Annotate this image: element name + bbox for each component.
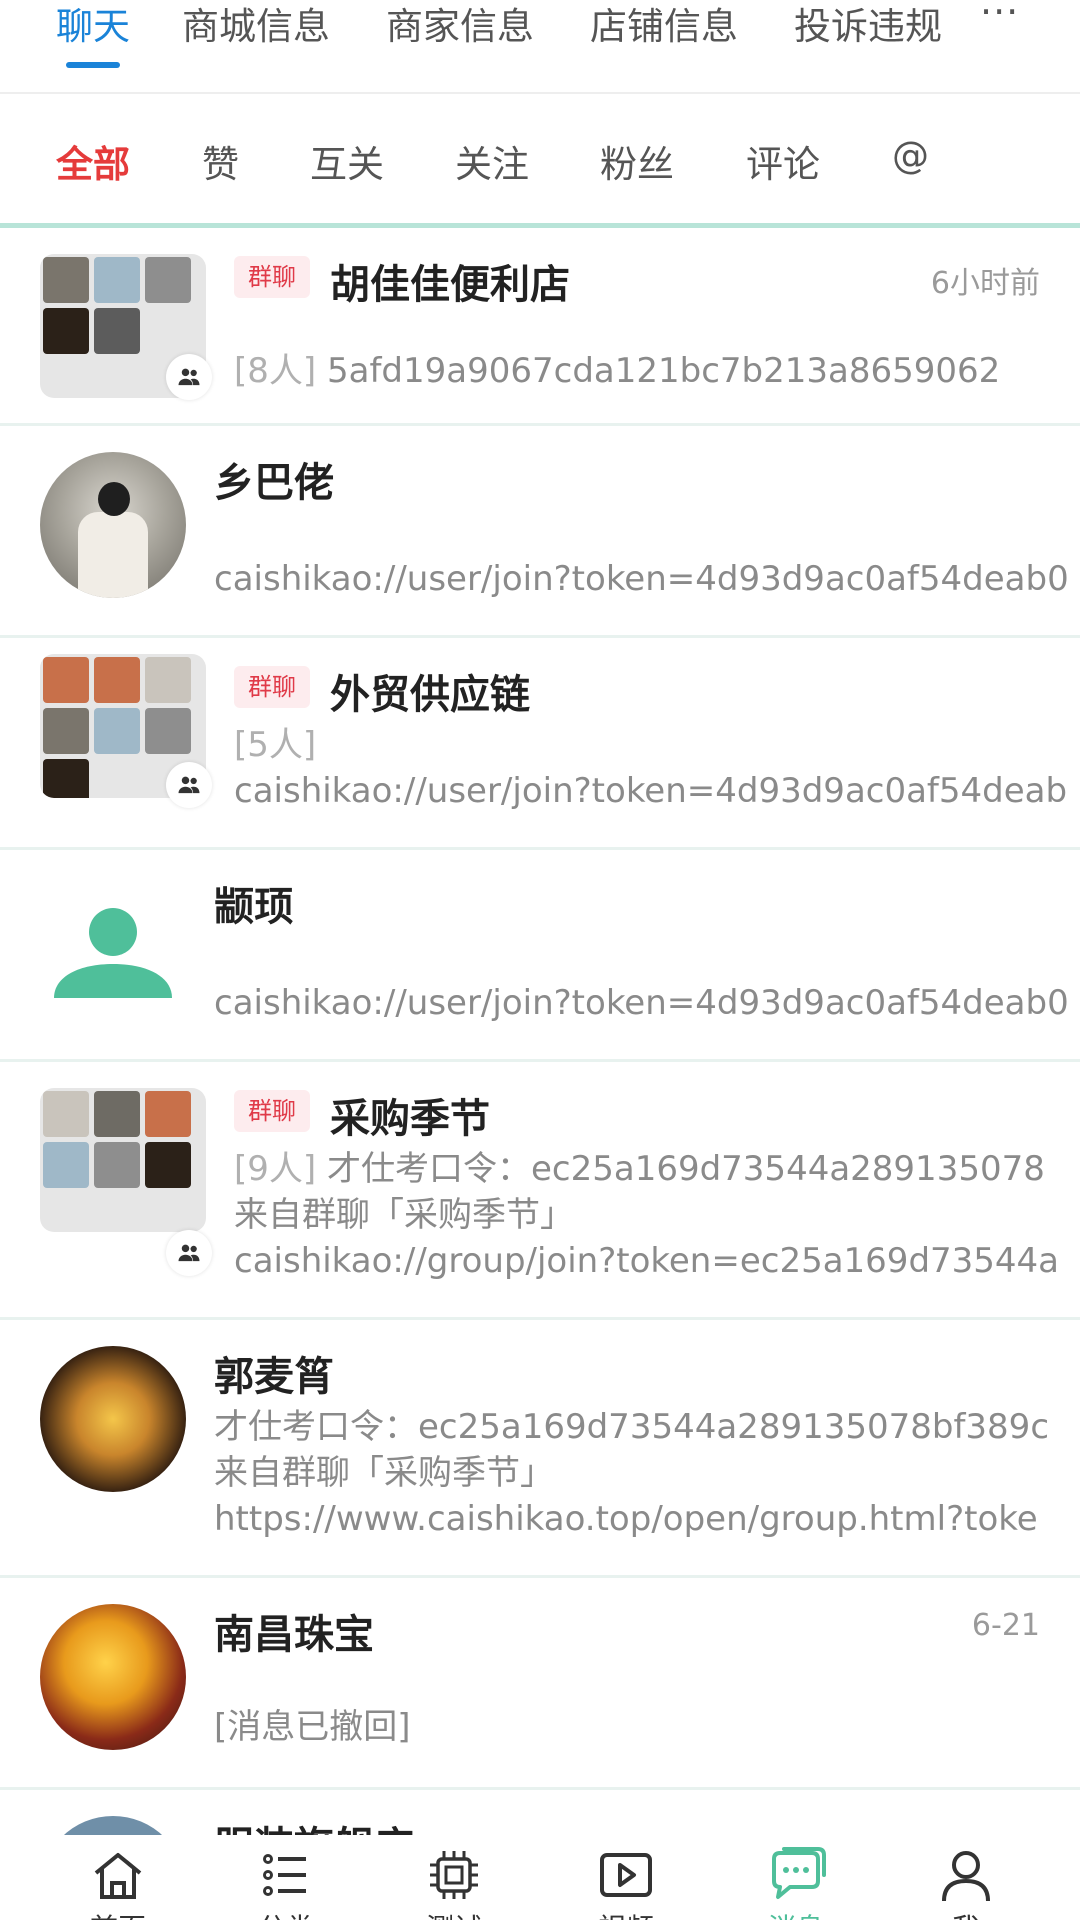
group-chat-tag: 群聊 <box>234 1090 310 1132</box>
nav-label: 分类 <box>216 1907 356 1920</box>
member-count: [5人] <box>234 725 317 765</box>
chat-name: 郭麦筲 <box>214 1354 334 1400</box>
avatar <box>40 452 186 598</box>
nav-video[interactable]: 视频 <box>556 1835 696 1920</box>
preview-line: 来自群聊「采购季节」 <box>234 1195 574 1235</box>
avatar <box>40 1604 186 1750</box>
nav-label: 我 <box>896 1907 1036 1920</box>
nav-me[interactable]: 我 <box>896 1835 1036 1920</box>
chat-row-group[interactable]: 群聊 外贸供应链 [5人] caishikao://user/join?toke… <box>0 638 1080 850</box>
chat-preview: [9人] 才仕考口令：ec25a169d73544a289135078 来自群聊… <box>234 1146 1059 1284</box>
group-avatar <box>40 1088 206 1232</box>
chat-preview: caishikao://user/join?token=4d93d9ac0af5… <box>214 559 1069 599</box>
list-icon <box>263 1854 306 1896</box>
chat-time: 6-21 <box>971 1608 1040 1643</box>
preview-line: 才仕考口令：ec25a169d73544a289135078 <box>326 1149 1045 1189</box>
chat-preview: 才仕考口令：ec25a169d73544a289135078bf389c 来自群… <box>214 1404 1049 1542</box>
chat-preview: [5人] caishikao://user/join?token=4d93d9a… <box>234 722 1067 814</box>
preview-line: caishikao://group/join?token=ec25a169d73… <box>234 1241 1060 1281</box>
nav-label: 测试 <box>384 1907 524 1920</box>
group-chat-tag: 群聊 <box>234 256 310 298</box>
group-people-icon <box>178 1244 200 1262</box>
person-icon <box>942 1851 990 1902</box>
chat-name: 颛顼 <box>214 884 294 930</box>
filter-likes[interactable]: 赞 <box>202 134 239 188</box>
tab-store-info[interactable]: 店铺信息 <box>590 0 738 50</box>
bottom-nav: 首页 分类 测试 视频 消息 <box>0 1835 1080 1920</box>
tab-mall-info[interactable]: 商城信息 <box>182 0 330 50</box>
preview-line: 才仕考口令：ec25a169d73544a289135078bf389c <box>214 1407 1050 1447</box>
chat-name: 胡佳佳便利店 <box>330 262 570 308</box>
chat-row[interactable]: 南昌珠宝 6-21 [消息已撤回] <box>0 1578 1080 1790</box>
chat-row[interactable]: 乡巴佬 caishikao://user/join?token=4d93d9ac… <box>0 426 1080 638</box>
filter-mentions[interactable]: @ <box>892 134 929 177</box>
group-badge <box>166 762 212 808</box>
preview-line: https://www.caishikao.top/open/group.htm… <box>214 1499 1038 1539</box>
chat-name: 外贸供应链 <box>330 672 530 718</box>
chat-name: 乡巴佬 <box>214 460 334 506</box>
group-badge <box>166 1230 212 1276</box>
chat-row-group[interactable]: 群聊 胡佳佳便利店 6小时前 [8人] 5afd19a9067cda121bc7… <box>0 228 1080 426</box>
chat-preview: [8人] 5afd19a9067cda121bc7b213a8659062 <box>234 348 1000 394</box>
member-count: [8人] <box>234 351 317 391</box>
chat-bubble-icon <box>772 1847 826 1899</box>
preview-line: caishikao://user/join?token=4d93d9ac0af5… <box>234 771 1068 811</box>
tab-complaints[interactable]: 投诉违规 <box>794 0 942 50</box>
nav-label: 首页 <box>48 1907 188 1920</box>
filter-comments[interactable]: 评论 <box>746 134 820 188</box>
filter-tab-bar: 全部 赞 互关 关注 粉丝 评论 @ <box>0 94 1080 224</box>
group-people-icon <box>178 368 200 386</box>
group-badge <box>166 354 212 400</box>
nav-test[interactable]: 测试 <box>384 1835 524 1920</box>
chip-icon <box>430 1851 478 1899</box>
nav-category[interactable]: 分类 <box>216 1835 356 1920</box>
filter-following[interactable]: 关注 <box>455 134 529 188</box>
filter-fans[interactable]: 粉丝 <box>600 134 674 188</box>
tab-chat[interactable]: 聊天 <box>56 0 130 50</box>
nav-label: 消息 <box>726 1907 866 1920</box>
chat-row[interactable]: 郭麦筲 才仕考口令：ec25a169d73544a289135078bf389c… <box>0 1320 1080 1578</box>
nav-home[interactable]: 首页 <box>48 1835 188 1920</box>
tab-merchant-info[interactable]: 商家信息 <box>386 0 534 50</box>
top-tab-bar: 聊天 商城信息 商家信息 店铺信息 投诉违规 ··· <box>0 0 1080 94</box>
preview-line: 5afd19a9067cda121bc7b213a8659062 <box>326 351 1001 391</box>
preview-line: 来自群聊「采购季节」 <box>214 1453 554 1493</box>
avatar <box>40 1346 186 1492</box>
filter-all[interactable]: 全部 <box>56 134 130 188</box>
group-people-icon <box>178 776 200 794</box>
chat-preview: [消息已撤回] <box>214 1707 411 1747</box>
group-chat-tag: 群聊 <box>234 666 310 708</box>
chat-row[interactable]: 颛顼 caishikao://user/join?token=4d93d9ac0… <box>0 850 1080 1062</box>
nav-label: 视频 <box>556 1907 696 1920</box>
chat-row-group[interactable]: 群聊 采购季节 [9人] 才仕考口令：ec25a169d73544a289135… <box>0 1062 1080 1320</box>
chat-name: 南昌珠宝 <box>214 1612 374 1658</box>
play-icon <box>600 1853 652 1897</box>
filter-mutual[interactable]: 互关 <box>310 134 384 188</box>
default-avatar-icon <box>40 876 186 1022</box>
active-tab-indicator <box>66 62 120 68</box>
chat-name: 采购季节 <box>330 1096 490 1142</box>
chat-time: 6小时前 <box>930 266 1040 301</box>
chat-preview: caishikao://user/join?token=4d93d9ac0af5… <box>214 983 1069 1023</box>
nav-message[interactable]: 消息 <box>726 1835 866 1920</box>
home-icon <box>94 1853 142 1899</box>
more-tabs-button[interactable]: ··· <box>980 0 1019 34</box>
member-count: [9人] <box>234 1149 317 1189</box>
